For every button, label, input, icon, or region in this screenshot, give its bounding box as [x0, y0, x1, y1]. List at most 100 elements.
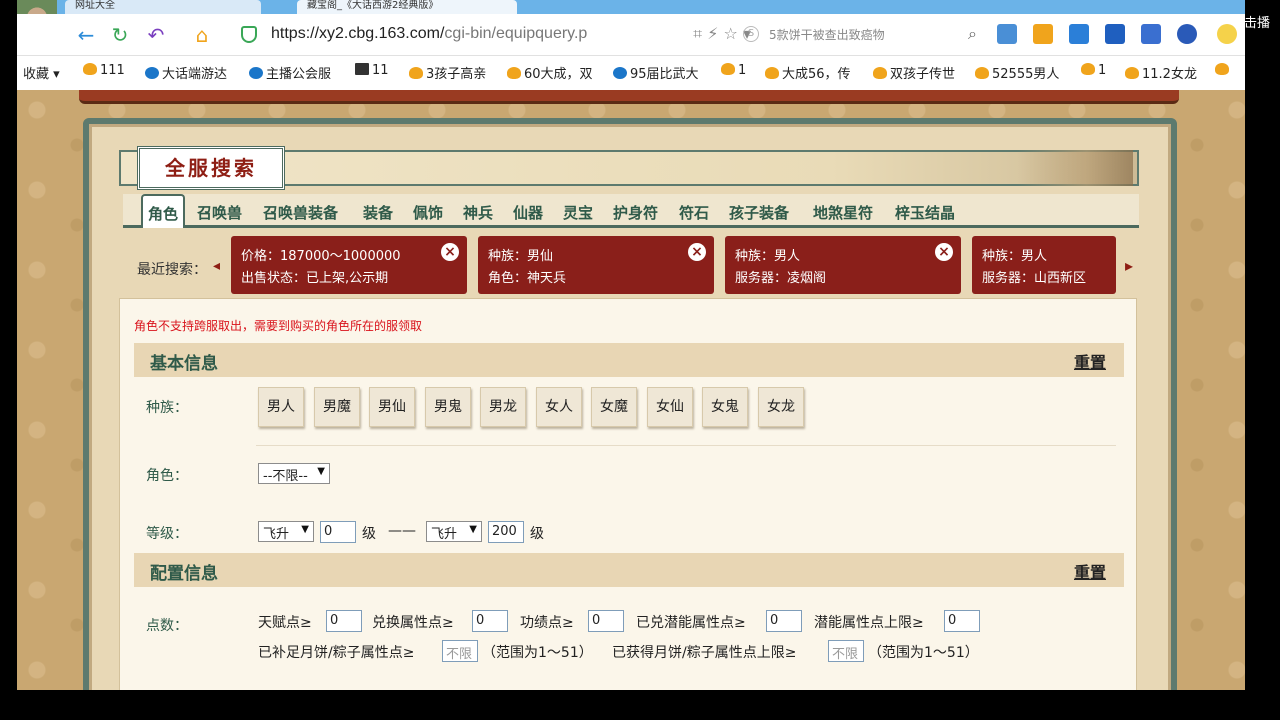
- recent-prev-icon[interactable]: ◂: [213, 258, 220, 274]
- browser-tab-1[interactable]: 网址大全: [65, 0, 261, 14]
- bookmark-icon: [975, 67, 989, 79]
- tab-role[interactable]: 角色: [141, 194, 186, 228]
- race-button[interactable]: 女魔: [591, 387, 637, 427]
- race-button[interactable]: 女仙: [647, 387, 693, 427]
- search-icon[interactable]: ⌕: [968, 24, 977, 44]
- divider: [256, 445, 1116, 446]
- race-button[interactable]: 男人: [258, 387, 304, 427]
- undo-icon[interactable]: ↶: [145, 24, 167, 46]
- level-from-input[interactable]: 0: [320, 521, 356, 543]
- screen-ext-icon[interactable]: [1141, 24, 1161, 44]
- race-button[interactable]: 女龙: [758, 387, 804, 427]
- close-icon[interactable]: ×: [441, 243, 459, 261]
- bookmark-icon: [355, 63, 369, 75]
- tab-jade-crystal[interactable]: 梓玉结晶: [895, 202, 955, 223]
- bookmark-item[interactable]: 52555男人: [975, 63, 1059, 82]
- bookmark-item[interactable]: 1: [1081, 63, 1106, 78]
- close-icon[interactable]: ×: [688, 243, 706, 261]
- qianneng-input[interactable]: 0: [766, 610, 802, 632]
- bookmark-label: 收藏: [23, 67, 50, 82]
- recent-search-chip[interactable]: 价格：187000～1000000 出售状态：已上架,公示期 ×: [231, 236, 467, 294]
- duihuan-label: 兑换属性点≥: [372, 615, 454, 631]
- bookmark-item[interactable]: 1: [721, 63, 746, 78]
- tool-ext-icon[interactable]: [1069, 24, 1089, 44]
- level-from-type-select[interactable]: 飞升: [258, 521, 314, 542]
- yuebing-input[interactable]: 不限: [442, 640, 478, 662]
- scissors-icon[interactable]: [1177, 24, 1197, 44]
- bookmark-item[interactable]: 大成56，传: [765, 63, 851, 82]
- bookmark-icon: [1081, 63, 1095, 75]
- bookmark-label: 95届比武大: [630, 67, 699, 82]
- tab-summon-equip[interactable]: 召唤兽装备: [263, 202, 338, 223]
- bottom-black-border: [0, 690, 1280, 720]
- level-to-type-select[interactable]: 飞升: [426, 521, 482, 542]
- race-button[interactable]: 男仙: [369, 387, 415, 427]
- word-ext-icon[interactable]: [1105, 24, 1125, 44]
- tab-child-equip[interactable]: 孩子装备: [729, 202, 789, 223]
- recent-search-chip[interactable]: 种族：男仙 角色：神天兵 ×: [478, 236, 714, 294]
- role-label: 角色：: [146, 468, 188, 484]
- bookmark-item[interactable]: 11: [355, 63, 389, 78]
- role-select[interactable]: --不限--: [258, 463, 330, 484]
- race-button[interactable]: 男龙: [480, 387, 526, 427]
- tab-accessory[interactable]: 佩饰: [413, 202, 443, 223]
- qianneng-max-input[interactable]: 0: [944, 610, 980, 632]
- home-icon[interactable]: ⌂: [191, 24, 213, 46]
- key-ext-icon[interactable]: [1033, 24, 1053, 44]
- race-button[interactable]: 男鬼: [425, 387, 471, 427]
- qianneng-label: 已兑潜能属性点≥: [636, 615, 746, 631]
- tab-divine-weapon[interactable]: 神兵: [463, 202, 493, 223]
- bookmark-icon: [145, 67, 159, 79]
- tab-summon[interactable]: 召唤兽: [197, 202, 242, 223]
- bookmark-item[interactable]: 3孩子高亲: [409, 63, 486, 82]
- tab-star-rune[interactable]: 地煞星符: [813, 202, 873, 223]
- close-icon[interactable]: ×: [935, 243, 953, 261]
- corner-text: 击播: [1244, 16, 1271, 31]
- browser-search[interactable]: S 5款饼干被查出致癌物 ⌕: [737, 22, 977, 48]
- tab-strip: 网址大全 藏宝阁_《大话西游2经典版》: [17, 0, 1245, 14]
- bookmark-item[interactable]: 60大成，双: [507, 63, 593, 82]
- reset-basic-button[interactable]: 重置: [1074, 349, 1106, 373]
- recent-next-icon[interactable]: ▸: [1125, 256, 1133, 275]
- bookmark-item[interactable]: [1215, 63, 1232, 78]
- duihuan-input[interactable]: 0: [472, 610, 508, 632]
- bookmark-item[interactable]: 双孩子传世: [873, 63, 955, 82]
- bookmark-icon: [873, 67, 887, 79]
- back-icon[interactable]: ←: [75, 24, 97, 46]
- level-to-input[interactable]: 200: [488, 521, 524, 543]
- race-button[interactable]: 女鬼: [702, 387, 748, 427]
- race-button[interactable]: 女人: [536, 387, 582, 427]
- category-tabs: 角色 召唤兽 召唤兽装备 装备 佩饰 神兵 仙器 灵宝 护身符 符石 孩子装备 …: [123, 194, 1139, 228]
- bookmark-icon: [507, 67, 521, 79]
- bookmark-item[interactable]: 主播公会服: [249, 63, 331, 82]
- bookmark-label: 1: [738, 63, 747, 78]
- bookmark-item[interactable]: 111: [83, 63, 125, 78]
- recent-search-label: 最近搜索：: [137, 262, 207, 278]
- refresh-icon[interactable]: ↻: [109, 24, 131, 46]
- recent-search-chip[interactable]: 种族：男人 服务器：山西新区: [972, 236, 1116, 294]
- tab-fairy-item[interactable]: 仙器: [513, 202, 543, 223]
- bookmark-icon: [83, 63, 97, 75]
- bookmark-favorites[interactable]: 收藏 ▾: [23, 63, 60, 82]
- bookmark-item[interactable]: 95届比武大: [613, 63, 699, 82]
- address-bar[interactable]: https://xy2.cbg.163.com/cgi-bin/equipque…: [231, 20, 771, 50]
- smiley-icon[interactable]: [1217, 24, 1237, 44]
- tab-amulet[interactable]: 护身符: [613, 202, 658, 223]
- tab-equip[interactable]: 装备: [363, 202, 393, 223]
- tab-rune[interactable]: 符石: [679, 202, 709, 223]
- recent-search-chip[interactable]: 种族：男人 服务器：凌烟阁 ×: [725, 236, 961, 294]
- translate-ext-icon[interactable]: [997, 24, 1017, 44]
- bookmark-item[interactable]: 11.2女龙: [1125, 63, 1197, 82]
- race-button[interactable]: 男魔: [314, 387, 360, 427]
- bookmark-item[interactable]: 大话端游达: [145, 63, 227, 82]
- bookmark-icon: [1215, 63, 1229, 75]
- reset-config-button[interactable]: 重置: [1074, 559, 1106, 583]
- gongji-input[interactable]: 0: [588, 610, 624, 632]
- url-text[interactable]: https://xy2.cbg.163.com/cgi-bin/equipque…: [271, 25, 587, 43]
- tianfu-input[interactable]: 0: [326, 610, 362, 632]
- bookmark-icon: [249, 67, 263, 79]
- yuebing-max-input[interactable]: 不限: [828, 640, 864, 662]
- tab-spirit-treasure[interactable]: 灵宝: [563, 202, 593, 223]
- browser-tab-2[interactable]: 藏宝阁_《大话西游2经典版》: [297, 0, 517, 14]
- bookmark-icon: [721, 63, 735, 75]
